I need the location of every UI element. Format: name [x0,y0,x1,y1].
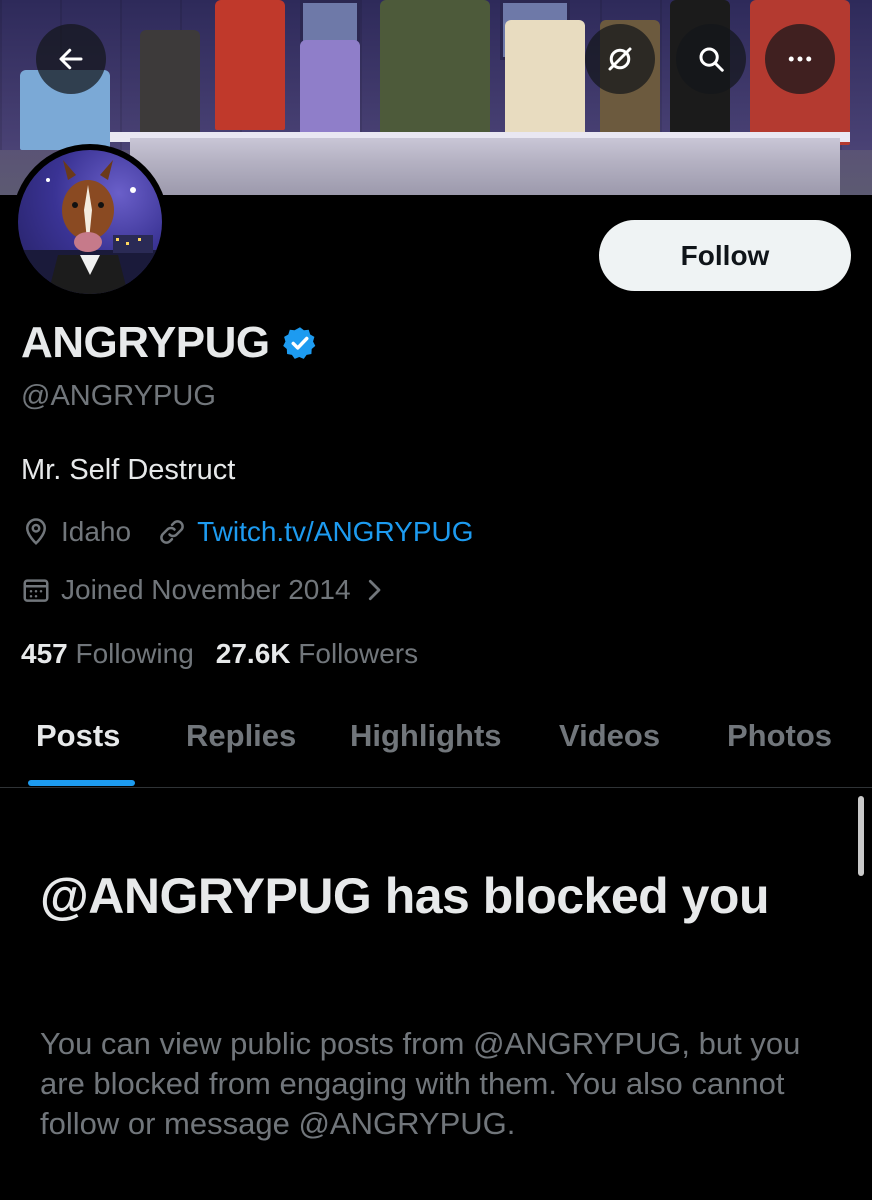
joined-row[interactable]: Joined November 2014 [21,574,389,606]
search-button[interactable] [676,24,746,94]
profile-meta-row: Idaho Twitch.tv/ANGRYPUG [21,516,500,548]
tab-videos[interactable]: Videos [559,718,660,754]
following-count-link[interactable]: 457 Following [21,638,194,670]
website-item[interactable]: Twitch.tv/ANGRYPUG [157,516,474,548]
location-item: Idaho [21,516,131,548]
website-link[interactable]: Twitch.tv/ANGRYPUG [197,516,473,548]
chevron-right-icon [368,579,380,601]
link-icon [160,520,184,544]
horse-avatar-icon [18,160,162,294]
back-button[interactable] [36,24,106,94]
followers-count: 27.6K [215,638,291,669]
search-icon [699,47,724,72]
following-label: Following [75,638,194,669]
banner-figure [380,0,490,140]
tab-posts[interactable]: Posts [36,718,120,754]
follow-counts: 457 Following 27.6K Followers [21,638,418,670]
avatar[interactable] [12,144,168,300]
following-count: 457 [21,638,68,669]
tab-replies[interactable]: Replies [186,718,296,754]
scrollbar[interactable] [858,796,864,876]
location-pin-icon [25,518,47,545]
banner-figure [300,40,360,140]
banner-figure [505,20,585,140]
tab-highlights[interactable]: Highlights [350,718,502,754]
display-name-row: ANGRYPUG [21,318,318,368]
more-button[interactable] [765,24,835,94]
active-tab-indicator [28,780,135,786]
follow-button[interactable]: Follow [599,220,851,291]
blocked-description: You can view public posts from @ANGRYPUG… [40,1026,801,1141]
more-horizontal-icon [788,56,812,62]
grok-icon [608,47,632,71]
tab-photos[interactable]: Photos [727,718,832,754]
followers-count-link[interactable]: 27.6K Followers [216,638,418,670]
bio: Mr. Self Destruct [21,454,236,486]
handle: @ANGRYPUG [21,380,216,412]
calendar-icon [23,579,49,602]
banner-figure [215,0,285,130]
grok-button[interactable] [585,24,655,94]
banner-table [130,138,840,195]
display-name: ANGRYPUG [21,318,270,367]
arrow-left-icon [59,48,83,70]
avatar-image [18,150,162,294]
blocked-title: @ANGRYPUG has blocked you [40,868,769,924]
profile-tabs: Posts Replies Highlights Videos Photos [0,700,872,788]
verified-badge-icon[interactable] [282,325,318,361]
followers-label: Followers [298,638,419,669]
location-text: Idaho [61,516,132,547]
joined-text: Joined November 2014 [61,574,351,605]
banner-figure [140,30,200,140]
